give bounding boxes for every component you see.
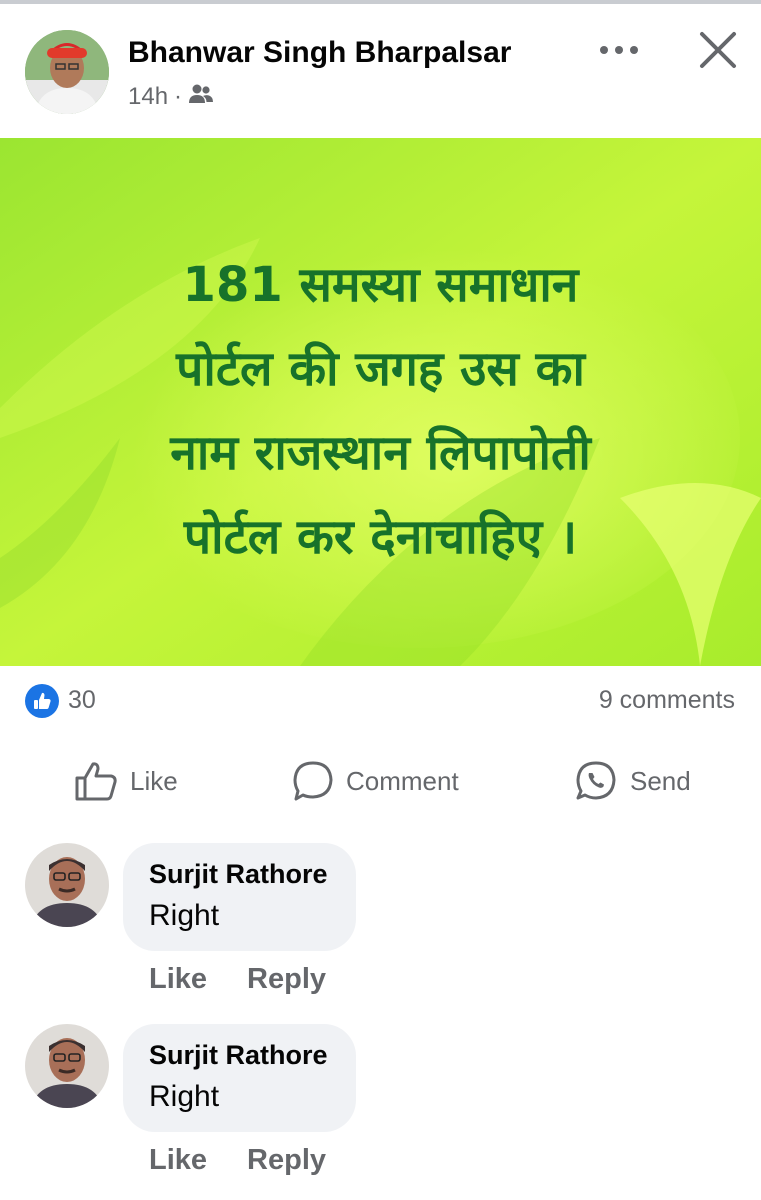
send-button[interactable]: Send [574,756,691,806]
meta-separator: · [174,83,183,110]
close-icon[interactable] [696,28,740,72]
whatsapp-icon [576,761,616,800]
comment-like-button[interactable]: Like [149,1144,207,1177]
post-time[interactable]: 14h [128,83,168,111]
comment-icon [293,761,333,801]
post-image[interactable]: 181 समस्या समाधान पोर्टल की जगह उस का ना… [0,138,761,666]
more-options-icon[interactable] [596,40,642,60]
comment-reply-button[interactable]: Reply [247,963,326,996]
image-text-line: 181 समस्या समाधान [182,257,579,313]
author-name[interactable]: Bhanwar Singh Bharpalsar [128,36,511,70]
author-avatar[interactable] [25,30,109,114]
like-button[interactable]: Like [74,756,178,806]
commenter-name[interactable]: Surjit Rathore [149,1040,328,1071]
comment-button[interactable]: Comment [292,756,459,806]
post-stats: 30 9 comments [0,674,761,726]
friends-icon [188,83,214,112]
thumbs-up-icon [75,762,117,801]
commenter-avatar[interactable] [25,1024,109,1108]
post-meta: 14h · [128,82,214,112]
comment-text: Right [149,1080,220,1113]
image-text-line: पोर्टल की जगह उस का [176,341,585,397]
post-actions: Like Comment Send [0,748,761,818]
comment-bubble: Surjit Rathore Right [123,843,356,951]
comment-actions: Like Reply [149,963,366,996]
like-button-label: Like [130,765,178,796]
comment-actions: Like Reply [149,1144,366,1177]
commenter-avatar[interactable] [25,843,109,927]
comment-reply-button[interactable]: Reply [247,1144,326,1177]
commenter-name[interactable]: Surjit Rathore [149,859,328,890]
like-reaction-icon[interactable] [25,684,59,718]
post-header: Bhanwar Singh Bharpalsar 14h · [0,4,761,138]
comment-bubble: Surjit Rathore Right [123,1024,356,1132]
image-text-line: पोर्टल कर देनाचाहिए । [183,509,578,565]
comment-like-button[interactable]: Like [149,963,207,996]
image-text-line: नाम राजस्थान लिपापोती [170,425,591,481]
send-button-label: Send [630,765,691,796]
comment-button-label: Comment [346,765,459,796]
reaction-count[interactable]: 30 [68,686,96,715]
post-image-text: 181 समस्या समाधान पोर्टल की जगह उस का ना… [40,243,721,579]
comment-count[interactable]: 9 comments [599,686,735,715]
comment-text: Right [149,899,220,932]
